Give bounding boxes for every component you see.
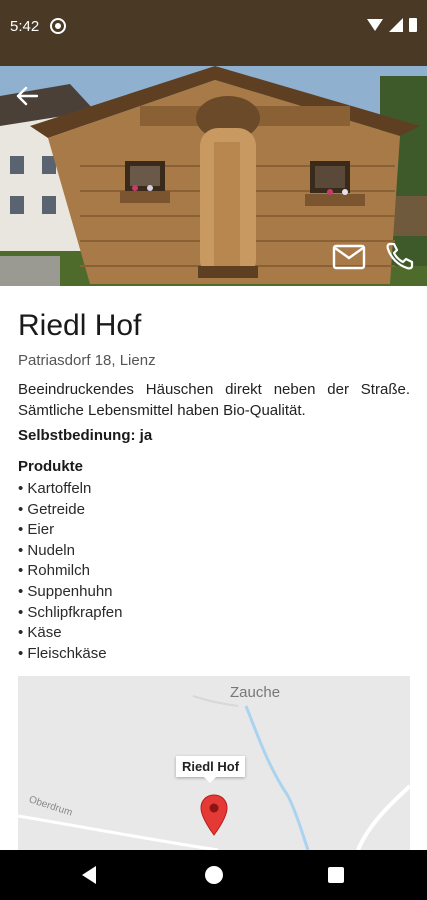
self-service-label: Selbstbedinung: ja xyxy=(18,427,153,444)
status-time: 5:42 xyxy=(10,18,40,35)
farm-details: Riedl Hof Patriasdorf 18, Lienz Beeindru… xyxy=(18,306,410,664)
map-pin-icon[interactable] xyxy=(200,794,228,836)
map-marker-callout[interactable]: Riedl Hof xyxy=(176,756,246,783)
system-nav-bar xyxy=(0,850,427,900)
farm-address: Patriasdorf 18, Lienz xyxy=(18,352,156,369)
list-item: Eier xyxy=(18,520,410,541)
status-icons xyxy=(367,18,417,32)
products-heading: Produkte xyxy=(18,458,84,475)
nav-recents-icon[interactable] xyxy=(328,867,344,883)
app-notification-icon xyxy=(50,18,66,34)
mail-icon xyxy=(332,244,366,270)
battery-icon xyxy=(409,18,417,32)
list-item: Fleischkäse xyxy=(18,644,410,665)
nav-back-icon[interactable] xyxy=(82,866,96,884)
farm-title: Riedl Hof xyxy=(18,309,142,342)
list-item: Nudeln xyxy=(18,541,410,562)
list-item: Suppenhuhn xyxy=(18,582,410,603)
signal-icon xyxy=(389,18,403,32)
phone-icon xyxy=(386,242,414,270)
mail-button[interactable] xyxy=(332,244,366,274)
list-item: Kartoffeln xyxy=(18,479,410,500)
list-item: Rohmilch xyxy=(18,561,410,582)
list-item: Schlipfkrapfen xyxy=(18,603,410,624)
back-button[interactable] xyxy=(16,86,48,118)
list-item: Getreide xyxy=(18,500,410,521)
list-item: Käse xyxy=(18,623,410,644)
status-bar: 5:42 xyxy=(0,0,427,66)
hero-image xyxy=(0,66,427,286)
map-place-label: Zauche xyxy=(230,684,281,701)
arrow-back-icon xyxy=(16,86,38,106)
product-list: Kartoffeln Getreide Eier Nudeln Rohmilch… xyxy=(18,479,410,664)
location-map[interactable]: Zauche Oberdrum Riedl Hof xyxy=(18,676,410,850)
wifi-icon xyxy=(367,19,383,31)
nav-home-icon[interactable] xyxy=(205,866,223,884)
phone-button[interactable] xyxy=(384,240,418,274)
farm-description: Beeindruckendes Häuschen direkt neben de… xyxy=(18,381,410,419)
